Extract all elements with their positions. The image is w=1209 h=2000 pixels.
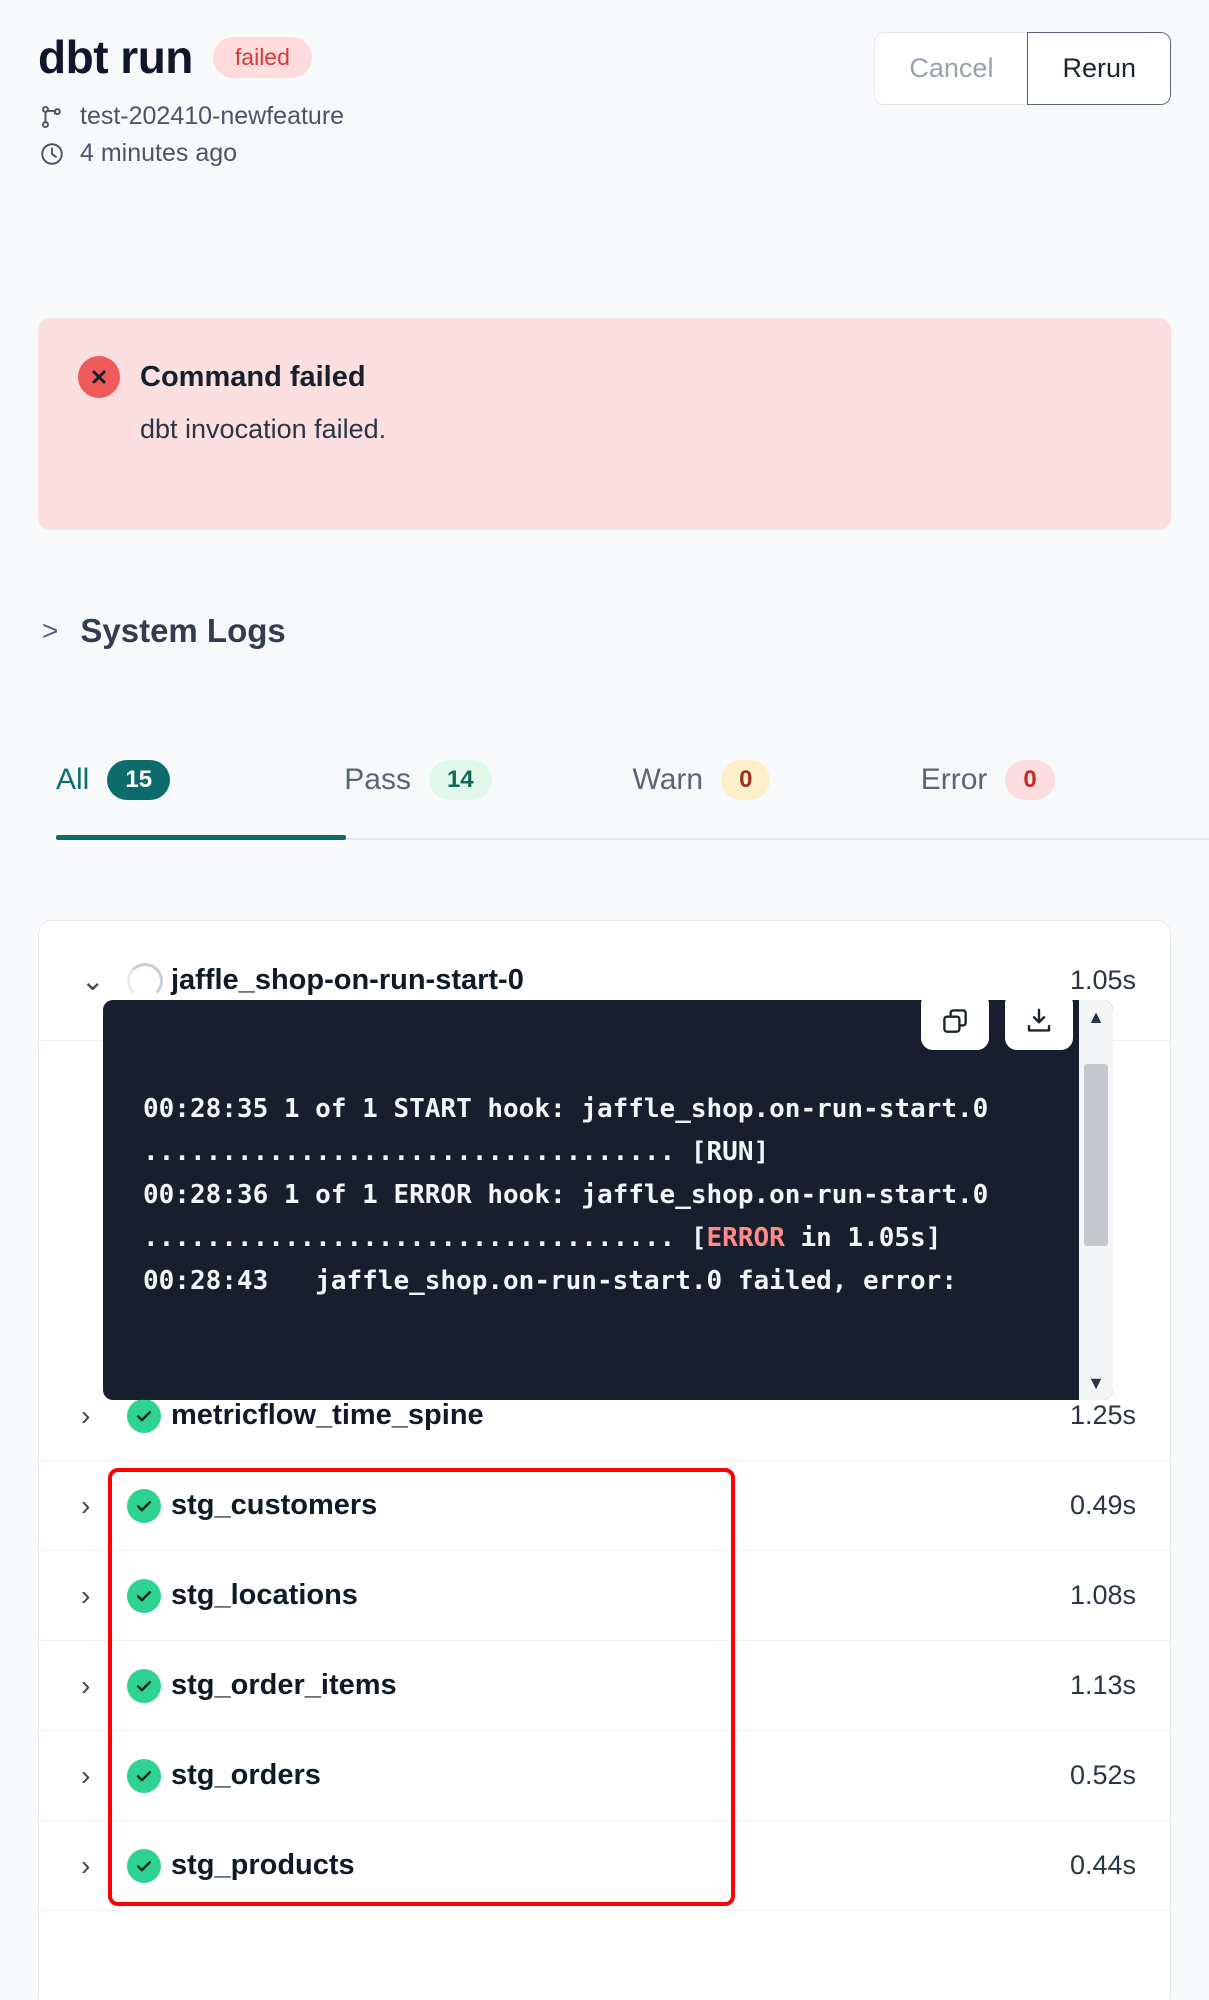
status-pass-icon xyxy=(127,1398,171,1433)
row-duration: 0.44s xyxy=(1069,1850,1136,1880)
alert-header: Command failed xyxy=(78,356,1131,398)
tab-pass-label: Pass xyxy=(344,763,411,796)
table-row[interactable]: › stg_locations 1.08s xyxy=(39,1551,1170,1641)
status-badge: failed xyxy=(212,36,312,78)
status-pass-icon xyxy=(127,1668,171,1703)
run-meta: test-202410-newfeature 4 minutes ago xyxy=(38,102,1171,168)
system-logs-label: System Logs xyxy=(80,612,286,649)
download-icon[interactable] xyxy=(1005,1000,1073,1050)
chevron-right-icon[interactable]: › xyxy=(81,1850,127,1882)
row-name: stg_products xyxy=(171,1849,355,1881)
chevron-right-icon: > xyxy=(42,615,59,646)
row-name: stg_locations xyxy=(171,1579,358,1611)
chevron-down-icon[interactable]: ⌄ xyxy=(81,964,127,997)
command-failed-alert: Command failed dbt invocation failed. xyxy=(38,318,1171,530)
row-name: metricflow_time_spine xyxy=(171,1399,484,1431)
status-running-icon xyxy=(127,962,171,999)
tab-all[interactable]: All 15 xyxy=(56,760,344,828)
tab-warn-count: 0 xyxy=(721,760,771,800)
results-tabs: All 15 Pass 14 Warn 0 Error 0 xyxy=(56,760,1209,828)
row-name: jaffle_shop-on-run-start-0 xyxy=(171,964,524,996)
row-duration: 1.08s xyxy=(1069,1580,1136,1610)
chevron-right-icon[interactable]: › xyxy=(81,1760,127,1792)
dbt-run-page: dbt run failed test-202410-newfeature 4 … xyxy=(0,0,1209,2000)
branch-name: test-202410-newfeature xyxy=(80,102,345,130)
row-duration: 0.52s xyxy=(1069,1760,1136,1790)
terminal-output: 00:28:35 1 of 1 START hook: jaffle_shop.… xyxy=(103,1088,1079,1400)
cancel-button[interactable]: Cancel xyxy=(874,32,1028,105)
tab-warn-label: Warn xyxy=(632,763,704,796)
chevron-right-icon[interactable]: › xyxy=(81,1400,127,1432)
terminal-line-3: 00:28:43 jaffle_shop.on-run-start.0 fail… xyxy=(143,1266,957,1296)
row-duration: 1.25s xyxy=(1069,1400,1136,1430)
row-name: stg_order_items xyxy=(171,1669,397,1701)
status-pass-icon xyxy=(127,1848,171,1883)
row-duration: 1.05s xyxy=(1069,965,1136,995)
terminal-line-1: 00:28:35 1 of 1 START hook: jaffle_shop.… xyxy=(143,1094,1004,1167)
time-line: 4 minutes ago xyxy=(38,139,1171,168)
row-duration: 1.13s xyxy=(1069,1670,1136,1700)
table-row[interactable]: › stg_orders 0.52s xyxy=(39,1731,1170,1821)
page-title: dbt run xyxy=(38,31,193,83)
git-branch-icon xyxy=(38,103,66,131)
system-logs-toggle[interactable]: > System Logs xyxy=(42,612,286,650)
row-name: stg_orders xyxy=(171,1759,321,1791)
tab-warn[interactable]: Warn 0 xyxy=(633,760,921,828)
terminal-line-2-post: in 1.05s] xyxy=(784,1223,942,1253)
clock-icon xyxy=(38,140,66,168)
tab-all-label: All xyxy=(56,763,90,796)
status-pass-icon xyxy=(127,1578,171,1613)
status-pass-icon xyxy=(127,1758,171,1793)
tab-all-count: 15 xyxy=(107,760,171,800)
tab-error-label: Error xyxy=(920,763,988,796)
log-terminal: 00:28:35 1 of 1 START hook: jaffle_shop.… xyxy=(103,1000,1113,1400)
scroll-down-icon[interactable]: ▼ xyxy=(1079,1366,1113,1400)
tab-pass-count: 14 xyxy=(428,760,492,800)
terminal-scrollbar[interactable]: ▲ ▼ xyxy=(1079,1000,1113,1400)
header-actions: Cancel Rerun xyxy=(874,32,1171,105)
rerun-button[interactable]: Rerun xyxy=(1027,32,1171,105)
scrollbar-thumb[interactable] xyxy=(1084,1064,1108,1246)
alert-title: Command failed xyxy=(140,360,366,393)
tab-pass[interactable]: Pass 14 xyxy=(344,760,632,828)
copy-icon[interactable] xyxy=(921,1000,989,1050)
scroll-up-icon[interactable]: ▲ xyxy=(1079,1000,1113,1034)
chevron-right-icon[interactable]: › xyxy=(81,1580,127,1612)
terminal-actions xyxy=(921,1000,1073,1050)
run-timestamp: 4 minutes ago xyxy=(80,139,238,167)
chevron-right-icon[interactable]: › xyxy=(81,1490,127,1522)
table-row[interactable]: › stg_customers 0.49s xyxy=(39,1461,1170,1551)
tabs-active-indicator xyxy=(56,835,346,840)
table-row-partial[interactable] xyxy=(39,1911,1170,2000)
table-row[interactable]: › stg_order_items 1.13s xyxy=(39,1641,1170,1731)
row-name: stg_customers xyxy=(171,1489,378,1521)
status-pass-icon xyxy=(127,1488,171,1523)
chevron-right-icon[interactable]: › xyxy=(81,1670,127,1702)
alert-message: dbt invocation failed. xyxy=(140,414,387,444)
row-duration: 0.49s xyxy=(1069,1490,1136,1520)
terminal-line-2-error: ERROR xyxy=(706,1223,785,1253)
table-row[interactable]: › stg_products 0.44s xyxy=(39,1821,1170,1911)
branch-line: test-202410-newfeature xyxy=(38,102,1171,131)
error-circle-x-icon xyxy=(78,356,120,398)
tab-error[interactable]: Error 0 xyxy=(921,760,1209,828)
tab-error-count: 0 xyxy=(1005,760,1055,800)
